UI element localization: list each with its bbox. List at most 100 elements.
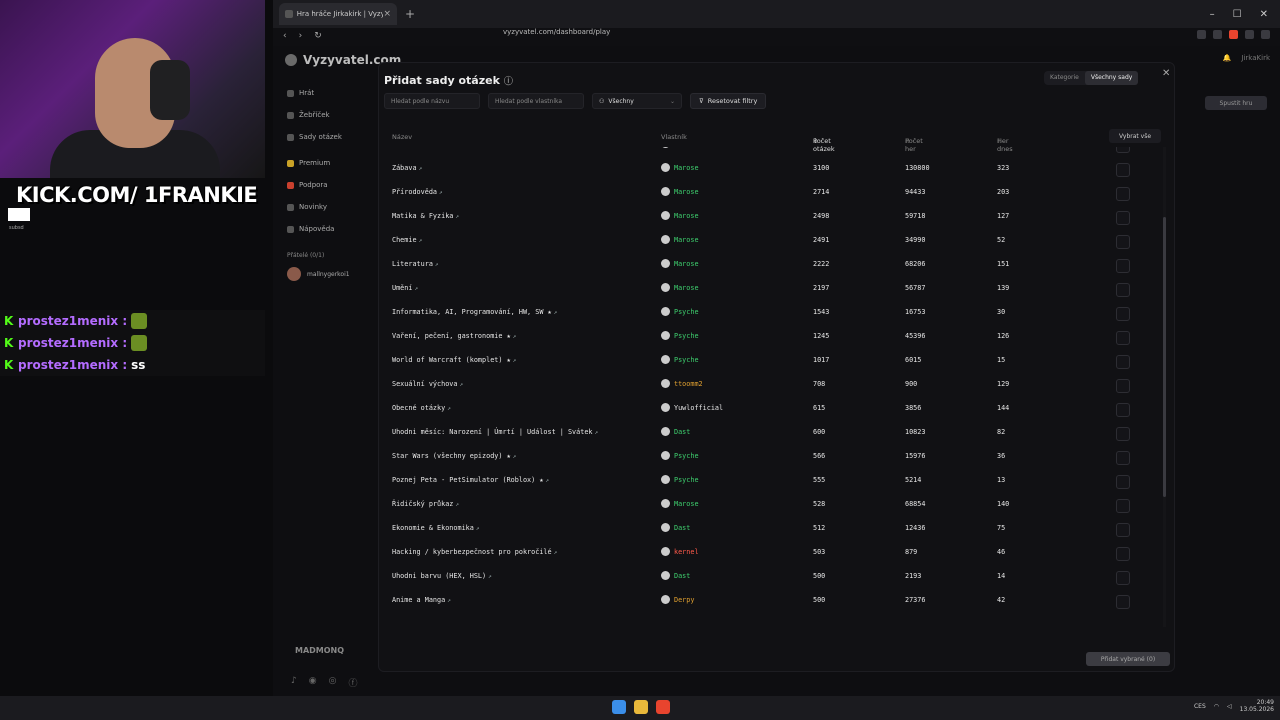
row-checkbox[interactable] xyxy=(1116,379,1130,393)
set-owner[interactable]: Marose xyxy=(661,211,699,220)
table-row[interactable]: Hacking / kyberbezpečnost pro pokročilé ↗… xyxy=(384,543,1169,567)
set-owner[interactable]: Marose xyxy=(661,187,699,196)
table-row[interactable]: Poznej Peta - PetSimulator (Roblox) ★ ↗ Ps… xyxy=(384,471,1169,495)
reload-icon[interactable]: ↻ xyxy=(314,31,322,41)
external-link-icon[interactable]: ↗ xyxy=(419,165,423,172)
set-name[interactable]: Informatika, AI, Programování, HW, SW ★ ↗ xyxy=(392,308,557,316)
set-name[interactable]: Uhodni měsíc: Narození | Úmrtí | Událost… xyxy=(392,428,598,436)
start-icon[interactable] xyxy=(612,700,626,714)
table-row[interactable]: Obecné↗ Marose 5630 142180 320 xyxy=(384,147,1169,159)
table-row[interactable]: Umění ↗ Marose 2197 56787 139 xyxy=(384,279,1169,303)
external-link-icon[interactable]: ↗ xyxy=(419,237,423,244)
external-link-icon[interactable]: ↗ xyxy=(488,573,492,580)
tab-categories[interactable]: Kategorie xyxy=(1044,71,1085,85)
external-link-icon[interactable]: ↗ xyxy=(595,429,599,436)
row-checkbox[interactable] xyxy=(1116,547,1130,561)
instagram-icon[interactable]: ◎ xyxy=(329,676,337,689)
table-row[interactable]: Chemie ↗ Marose 2491 34990 52 xyxy=(384,231,1169,255)
row-checkbox[interactable] xyxy=(1116,163,1130,177)
set-name[interactable]: World of Warcraft (komplet) ★ ↗ xyxy=(392,356,516,364)
table-row[interactable]: World of Warcraft (komplet) ★ ↗ Psyche 1017… xyxy=(384,351,1169,375)
tab-all-sets[interactable]: Všechny sady xyxy=(1084,71,1139,85)
row-checkbox[interactable] xyxy=(1116,451,1130,465)
back-icon[interactable]: ‹ xyxy=(283,31,287,41)
bell-icon[interactable]: 🔔 xyxy=(1223,54,1232,62)
external-link-icon[interactable]: ↗ xyxy=(439,189,443,196)
set-owner[interactable]: Psyche xyxy=(661,475,699,484)
set-name[interactable]: Řidičský průkaz ↗ xyxy=(392,500,459,508)
username[interactable]: JirkaKirk xyxy=(1241,54,1270,62)
set-name[interactable]: Sexuální výchova ↗ xyxy=(392,380,463,388)
forward-icon[interactable]: › xyxy=(299,31,303,41)
set-owner[interactable]: Psyche xyxy=(661,355,699,364)
set-owner[interactable]: Psyche xyxy=(661,331,699,340)
reset-filters-button[interactable]: ⊽ Resetovat filtry xyxy=(690,93,767,109)
search-name-input[interactable]: Hledat podle názvu xyxy=(384,93,480,109)
set-owner[interactable]: Marose xyxy=(661,499,699,508)
scroll-thumb[interactable] xyxy=(1163,217,1166,497)
nav-premium[interactable]: Premium xyxy=(273,152,381,174)
table-scrollbar[interactable] xyxy=(1163,147,1166,627)
row-checkbox[interactable] xyxy=(1116,147,1130,153)
set-owner[interactable]: Dast xyxy=(661,571,690,580)
row-checkbox[interactable] xyxy=(1116,211,1130,225)
external-link-icon[interactable]: ↗ xyxy=(455,501,459,508)
set-name[interactable]: Zábava ↗ xyxy=(392,164,422,172)
set-name[interactable]: Obecné↗ xyxy=(392,147,422,148)
external-link-icon[interactable]: ↗ xyxy=(414,285,418,292)
external-link-icon[interactable]: ↗ xyxy=(545,477,549,484)
table-row[interactable]: Přírodověda ↗ Marose 2714 94433 203 xyxy=(384,183,1169,207)
set-owner[interactable]: ttoomm2 xyxy=(661,379,703,388)
discord-icon[interactable]: ◉ xyxy=(309,676,317,689)
set-owner[interactable]: Dast xyxy=(661,427,690,436)
close-tab-icon[interactable]: × xyxy=(383,9,391,19)
brave-shield-icon[interactable] xyxy=(1229,30,1238,39)
table-row[interactable]: Star Wars (všechny epizody) ★ ↗ Psyche 566 1… xyxy=(384,447,1169,471)
owner-filter-select[interactable]: ⚇ Všechny ⌄ xyxy=(592,93,682,109)
volume-icon[interactable]: ◁ xyxy=(1227,703,1232,710)
table-row[interactable]: Uhodni barvu (HEX, HSL) ↗ Dast 500 2193 14 xyxy=(384,567,1169,591)
table-row[interactable]: Uhodni měsíc: Narození | Úmrtí | Událost… xyxy=(384,423,1169,447)
set-owner[interactable]: Marose xyxy=(661,163,699,172)
external-link-icon[interactable]: ↗ xyxy=(447,597,451,604)
url-field[interactable]: vyzyvatel.com/dashboard/play xyxy=(503,28,610,36)
table-row[interactable]: Informatika, AI, Programování, HW, SW ★ ↗… xyxy=(384,303,1169,327)
share-icon[interactable] xyxy=(1213,30,1222,39)
row-checkbox[interactable] xyxy=(1116,571,1130,585)
nav-question-sets[interactable]: Sady otázek xyxy=(273,126,381,148)
wifi-icon[interactable]: ◠ xyxy=(1214,703,1219,710)
row-checkbox[interactable] xyxy=(1116,475,1130,489)
maximize-icon[interactable]: ☐ xyxy=(1233,9,1242,20)
col-name[interactable]: Název xyxy=(392,133,412,141)
set-owner[interactable]: Psyche xyxy=(661,451,699,460)
row-checkbox[interactable] xyxy=(1116,283,1130,297)
start-game-button[interactable]: Spustit hru xyxy=(1205,96,1267,110)
minimize-icon[interactable]: – xyxy=(1210,9,1215,20)
set-name[interactable]: Ekonomie & Ekonomika ↗ xyxy=(392,524,479,532)
external-link-icon[interactable]: ↗ xyxy=(419,147,423,148)
friend-item[interactable]: mallnygerkoi1 xyxy=(273,259,381,281)
row-checkbox[interactable] xyxy=(1116,259,1130,273)
set-name[interactable]: Literatura ↗ xyxy=(392,260,439,268)
file-explorer-icon[interactable] xyxy=(634,700,648,714)
table-row[interactable]: Matika & Fyzika ↗ Marose 2498 59718 127 xyxy=(384,207,1169,231)
set-name[interactable]: Obecné otázky ↗ xyxy=(392,404,451,412)
row-checkbox[interactable] xyxy=(1116,235,1130,249)
extension-icon[interactable] xyxy=(1197,30,1206,39)
external-link-icon[interactable]: ↗ xyxy=(455,213,459,220)
extension-icon[interactable] xyxy=(1245,30,1254,39)
set-name[interactable]: Star Wars (všechny epizody) ★ ↗ xyxy=(392,452,516,460)
nav-leaderboard[interactable]: Žebříček xyxy=(273,104,381,126)
row-checkbox[interactable] xyxy=(1116,307,1130,321)
set-owner[interactable]: Yuwlofficial xyxy=(661,403,723,412)
set-name[interactable]: Anime a Manga ↗ xyxy=(392,596,451,604)
select-all-button[interactable]: Vybrat vše xyxy=(1109,129,1161,143)
set-name[interactable]: Hacking / kyberbezpečnost pro pokročilé ↗ xyxy=(392,548,557,556)
external-link-icon[interactable]: ↗ xyxy=(513,333,517,340)
set-owner[interactable]: Derpy xyxy=(661,595,694,604)
set-owner[interactable]: Marose xyxy=(661,283,699,292)
table-row[interactable]: Anime a Manga ↗ Derpy 500 27376 42 xyxy=(384,591,1169,615)
set-name[interactable]: Přírodověda ↗ xyxy=(392,188,443,196)
table-row[interactable]: Obecné otázky ↗ Yuwlofficial 615 3856 144 xyxy=(384,399,1169,423)
search-owner-input[interactable]: Hledat podle vlastníka xyxy=(488,93,584,109)
